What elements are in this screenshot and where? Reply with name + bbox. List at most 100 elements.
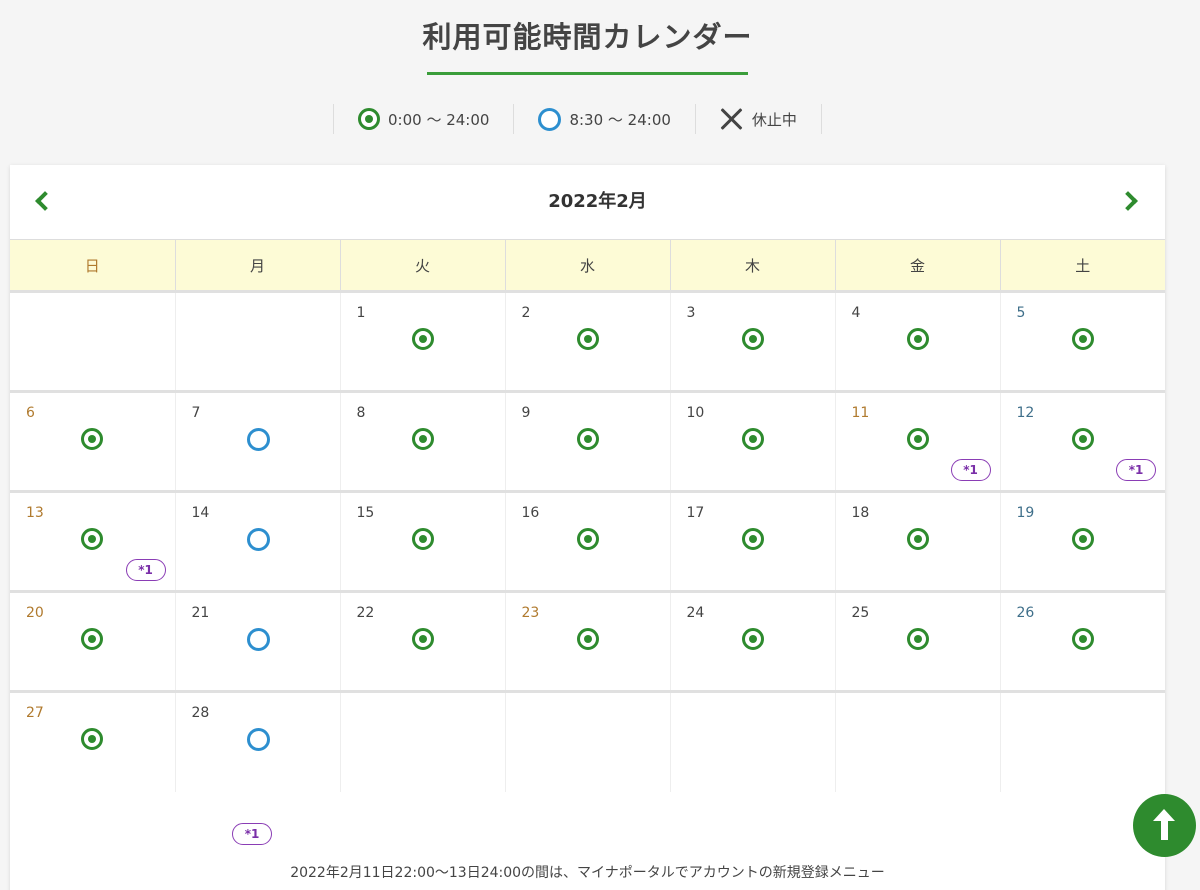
legend-item-all-day: 0:00 ～ 24:00 — [333, 104, 513, 134]
circle-icon — [246, 628, 270, 651]
scroll-to-top-button[interactable] — [1133, 794, 1196, 857]
day-number: 19 — [1016, 505, 1035, 521]
footnote-badge: *1 — [232, 823, 272, 845]
calendar-day-cell[interactable]: 9 — [504, 390, 670, 492]
calendar-day-cell[interactable]: 14 — [174, 490, 340, 592]
day-number: 12 — [1016, 405, 1035, 421]
calendar-day-cell[interactable]: 24 — [669, 590, 835, 692]
calendar-day-cell[interactable]: 23 — [504, 590, 670, 692]
calendar-day-cell[interactable]: 2 — [504, 290, 670, 392]
double-circle-icon — [741, 628, 764, 650]
calendar-week-row: 20 21 22 23 24 25 26 — [10, 590, 1165, 692]
note-badge: *1 — [950, 459, 991, 481]
calendar-day-cell[interactable]: 22 — [339, 590, 505, 692]
legend-item-suspended: 休止中 — [694, 104, 822, 134]
calendar-empty-cell — [669, 690, 835, 792]
calendar-week-row: 27 28 — [10, 690, 1165, 792]
calendar-day-cell[interactable]: 4 — [834, 290, 1000, 392]
calendar-day-cell[interactable]: 28 — [174, 690, 340, 792]
calendar-week-row: 1 2 3 4 5 — [10, 290, 1165, 392]
calendar-day-cell[interactable]: 26 — [999, 590, 1165, 692]
double-circle-icon — [81, 628, 103, 650]
calendar-day-cell[interactable]: 3 — [669, 290, 835, 392]
day-number: 15 — [356, 505, 375, 521]
month-title: 2022年2月 — [548, 191, 647, 212]
double-circle-icon — [81, 728, 103, 750]
double-circle-icon — [906, 328, 929, 350]
double-circle-icon — [576, 628, 599, 650]
calendar-day-cell[interactable]: 11 *1 — [834, 390, 1000, 492]
calendar-week-row: 6 7 8 9 10 11 *1 12 *1 — [10, 390, 1165, 492]
day-number: 20 — [26, 605, 44, 621]
day-number: 24 — [686, 605, 705, 621]
day-number: 18 — [851, 505, 870, 521]
legend: 0:00 ～ 24:00 8:30 ～ 24:00 休止中 — [333, 104, 822, 134]
day-number: 2 — [521, 305, 531, 321]
double-circle-icon — [1071, 328, 1094, 350]
chevron-right-icon — [1118, 191, 1138, 211]
double-circle-icon — [906, 428, 929, 450]
calendar-day-cell[interactable]: 7 — [174, 390, 340, 492]
weekday-wed: 水 — [504, 239, 670, 292]
double-circle-icon — [1071, 628, 1094, 650]
calendar-header: 2022年2月 — [10, 165, 1165, 239]
calendar-body: 1 2 3 4 5 6 7 8 9 10 11 *1 12 *1 13 *1 14 15 16 17 18 19 20 21 2… — [10, 290, 1165, 792]
page-title: 利用可能時間カレンダー — [422, 20, 753, 54]
calendar-grid: 日 月 火 水 木 金 土 1 2 3 4 5 6 7 8 9 10 11 *1 12 *1 13 *1 14 1… — [10, 239, 1165, 792]
double-circle-icon — [906, 528, 929, 550]
weekday-sat: 土 — [999, 239, 1165, 292]
calendar-day-cell[interactable]: 25 — [834, 590, 1000, 692]
weekday-fri: 金 — [834, 239, 1000, 292]
calendar-day-cell[interactable]: 18 — [834, 490, 1000, 592]
double-circle-icon — [906, 628, 929, 650]
note-badge: *1 — [125, 559, 166, 581]
calendar-day-cell[interactable]: 16 — [504, 490, 670, 592]
day-number: 8 — [356, 405, 366, 421]
calendar-day-cell[interactable]: 5 — [999, 290, 1165, 392]
legend-label: 休止中 — [751, 110, 797, 129]
circle-icon — [246, 428, 270, 451]
calendar-day-cell[interactable]: 6 — [10, 390, 175, 492]
calendar-day-cell[interactable]: 15 — [339, 490, 505, 592]
calendar-week-row: 13 *1 14 15 16 17 18 19 — [10, 490, 1165, 592]
day-number: 5 — [1016, 305, 1026, 321]
double-circle-icon — [741, 328, 764, 350]
day-number: 26 — [1016, 605, 1035, 621]
calendar-day-cell[interactable]: 17 — [669, 490, 835, 592]
day-number: 10 — [686, 405, 705, 421]
double-circle-icon — [1071, 528, 1094, 550]
day-number: 21 — [191, 605, 210, 621]
legend-label: 8:30 ～ 24:00 — [569, 110, 671, 129]
calendar-day-cell[interactable]: 13 *1 — [10, 490, 175, 592]
double-circle-icon — [358, 108, 380, 130]
footnote-text: 2022年2月11日22:00～13日24:00の間は、マイナポータルでアカウン… — [290, 865, 885, 881]
calendar-day-cell[interactable]: 21 — [174, 590, 340, 692]
calendar-empty-cell — [10, 290, 175, 392]
calendar-empty-cell — [339, 690, 505, 792]
day-number: 1 — [356, 305, 366, 321]
legend-label: 0:00 ～ 24:00 — [388, 110, 490, 129]
legend-item-daytime: 8:30 ～ 24:00 — [513, 104, 694, 134]
next-month-button[interactable] — [1117, 187, 1147, 217]
weekday-tue: 火 — [339, 239, 505, 292]
circle-icon — [246, 528, 270, 551]
day-number: 22 — [356, 605, 375, 621]
double-circle-icon — [576, 528, 599, 550]
day-number: 6 — [26, 405, 35, 421]
calendar-empty-cell — [834, 690, 1000, 792]
calendar-day-cell[interactable]: 1 — [339, 290, 505, 392]
double-circle-icon — [411, 628, 434, 650]
calendar-empty-cell — [999, 690, 1165, 792]
double-circle-icon — [411, 328, 434, 350]
calendar-day-cell[interactable]: 27 — [10, 690, 175, 792]
calendar-day-cell[interactable]: 20 — [10, 590, 175, 692]
calendar-day-cell[interactable]: 10 — [669, 390, 835, 492]
calendar-day-cell[interactable]: 8 — [339, 390, 505, 492]
calendar-day-cell[interactable]: 19 — [999, 490, 1165, 592]
calendar-empty-cell — [504, 690, 670, 792]
calendar-day-cell[interactable]: 12 *1 — [999, 390, 1165, 492]
double-circle-icon — [411, 428, 434, 450]
double-circle-icon — [576, 328, 599, 350]
weekday-mon: 月 — [174, 239, 340, 292]
day-number: 11 — [851, 405, 870, 421]
